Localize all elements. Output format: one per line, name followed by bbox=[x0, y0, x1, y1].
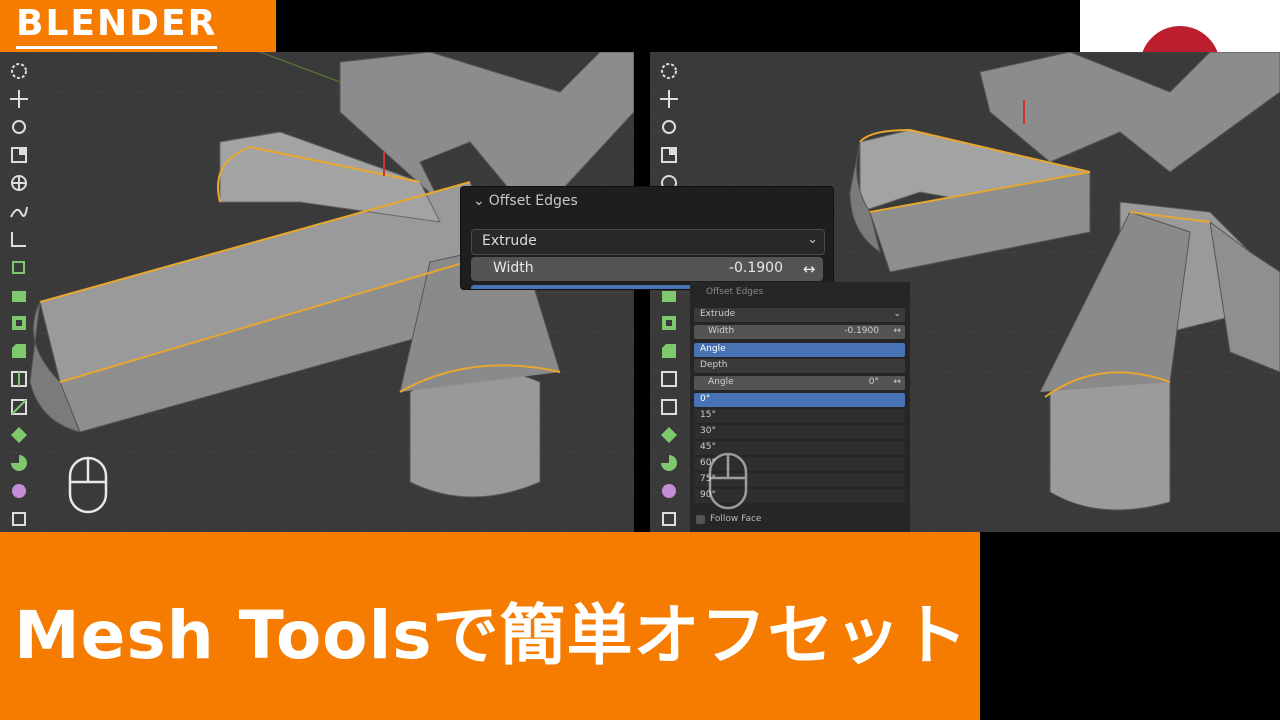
smooth-icon[interactable] bbox=[6, 478, 32, 504]
scale-icon[interactable] bbox=[656, 142, 682, 168]
angle-field[interactable]: Angle 0° ↔ bbox=[694, 376, 905, 390]
move-icon[interactable] bbox=[656, 86, 682, 112]
panel-header[interactable]: ⌄ Offset Edges bbox=[473, 193, 578, 209]
shrink-fatten-icon[interactable] bbox=[6, 506, 32, 532]
mode-select-small[interactable]: Extrude ⌄ bbox=[694, 308, 905, 322]
angle-preset-label: 15° bbox=[700, 410, 716, 420]
poly-build-icon[interactable] bbox=[656, 422, 682, 448]
angle-preset-label: 30° bbox=[700, 426, 716, 436]
angle-value: 0° bbox=[868, 377, 879, 387]
brand-badge: BLENDER bbox=[0, 0, 276, 52]
checkbox-box bbox=[696, 515, 705, 524]
smooth-icon[interactable] bbox=[656, 478, 682, 504]
panel-title-small: Offset Edges bbox=[706, 287, 764, 297]
knife-icon[interactable] bbox=[656, 394, 682, 420]
tool-sidebar-left bbox=[6, 58, 36, 532]
angle-label: Angle bbox=[708, 377, 734, 387]
extrude-icon[interactable] bbox=[6, 282, 32, 308]
swap-arrows-icon[interactable]: ↔ bbox=[795, 257, 823, 281]
chevron-down-icon: ⌄ bbox=[807, 232, 818, 247]
banner-title: Mesh Toolsで簡単オフセット bbox=[14, 597, 969, 674]
measure-icon[interactable] bbox=[6, 226, 32, 252]
loop-cut-icon[interactable] bbox=[656, 366, 682, 392]
width-value: -0.1900 bbox=[728, 260, 783, 276]
panel-header-small[interactable]: Offset Edges bbox=[694, 286, 905, 300]
viewport-left[interactable] bbox=[0, 52, 634, 532]
width-value-small: -0.1900 bbox=[844, 326, 879, 336]
mode-select-value-small: Extrude bbox=[700, 309, 736, 319]
annotate-icon[interactable] bbox=[6, 198, 32, 224]
scale-icon[interactable] bbox=[6, 142, 32, 168]
knife-icon[interactable] bbox=[6, 394, 32, 420]
angle-preset-option[interactable]: 0° bbox=[694, 393, 905, 407]
add-cube-icon[interactable] bbox=[6, 254, 32, 280]
spin-icon[interactable] bbox=[656, 450, 682, 476]
poly-build-icon[interactable] bbox=[6, 422, 32, 448]
inset-icon[interactable] bbox=[6, 310, 32, 336]
mode-option-depth[interactable]: Depth bbox=[694, 359, 905, 373]
swap-arrows-icon: ↔ bbox=[893, 326, 901, 336]
width-label-small: Width bbox=[708, 326, 735, 336]
angle-preset-option[interactable]: 15° bbox=[694, 409, 905, 423]
mode-option-angle[interactable]: Angle bbox=[694, 343, 905, 357]
cursor-icon[interactable] bbox=[656, 58, 682, 84]
spin-icon[interactable] bbox=[6, 450, 32, 476]
follow-face-label: Follow Face bbox=[710, 514, 762, 524]
brand-label: BLENDER bbox=[16, 2, 218, 49]
chevron-down-icon: ⌄ bbox=[893, 309, 901, 319]
mouse-icon bbox=[68, 456, 108, 514]
bevel-icon[interactable] bbox=[6, 338, 32, 364]
mouse-icon bbox=[708, 452, 748, 510]
move-icon[interactable] bbox=[6, 86, 32, 112]
mode-select[interactable]: Extrude ⌄ bbox=[471, 229, 825, 255]
mode-option-label: Depth bbox=[700, 360, 728, 370]
mode-select-value: Extrude bbox=[482, 233, 537, 249]
cursor-icon[interactable] bbox=[6, 58, 32, 84]
transform-icon[interactable] bbox=[6, 170, 32, 196]
offset-edges-panel: ⌄ Offset Edges Extrude ⌄ Width -0.1900 ↔ bbox=[460, 186, 834, 290]
angle-preset-option[interactable]: 30° bbox=[694, 425, 905, 439]
shrink-fatten-icon[interactable] bbox=[656, 506, 682, 532]
mode-option-label: Angle bbox=[700, 344, 726, 354]
rotate-icon[interactable] bbox=[656, 114, 682, 140]
width-label: Width bbox=[493, 260, 534, 276]
panel-title: Offset Edges bbox=[488, 193, 578, 209]
chevron-down-icon: ⌄ bbox=[473, 193, 485, 209]
swap-arrows-icon: ↔ bbox=[893, 377, 901, 387]
width-field[interactable]: Width -0.1900 bbox=[471, 257, 795, 281]
width-field-small[interactable]: Width -0.1900 ↔ bbox=[694, 325, 905, 339]
title-banner: Mesh Toolsで簡単オフセット bbox=[0, 532, 980, 720]
rotate-icon[interactable] bbox=[6, 114, 32, 140]
bevel-icon[interactable] bbox=[656, 338, 682, 364]
follow-face-checkbox[interactable]: Follow Face bbox=[694, 513, 905, 527]
angle-preset-label: 45° bbox=[700, 442, 716, 452]
inset-icon[interactable] bbox=[656, 310, 682, 336]
tool-sidebar-right bbox=[656, 58, 686, 532]
loop-cut-icon[interactable] bbox=[6, 366, 32, 392]
angle-preset-label: 0° bbox=[700, 394, 711, 404]
